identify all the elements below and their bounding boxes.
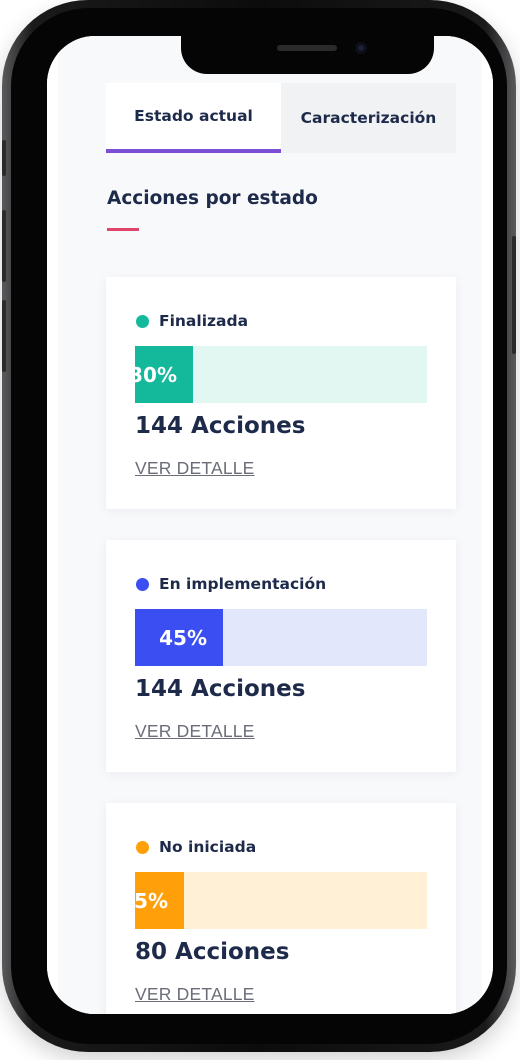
status-label: Finalizada xyxy=(159,312,249,330)
phone-bezel: Estado actual Caracterización Acciones p… xyxy=(11,8,507,1044)
status-dot-icon xyxy=(136,840,149,854)
speaker-grille xyxy=(277,45,337,51)
progress-bar: 25% xyxy=(120,872,427,929)
status-card-no-iniciada: No iniciada 25% 80 Acciones VER DETALLE xyxy=(106,803,456,1014)
progress-bar: 45% xyxy=(135,609,427,666)
status-card-en-implementacion: En implementación 45% 144 Acciones VER D… xyxy=(106,540,456,772)
status-dot-icon xyxy=(136,577,149,591)
power-button xyxy=(512,236,516,354)
status-label: En implementación xyxy=(159,575,327,593)
status-label: No iniciada xyxy=(159,838,257,856)
app-content: Estado actual Caracterización Acciones p… xyxy=(47,36,493,1014)
view-detail-link[interactable]: VER DETALLE xyxy=(135,984,255,1005)
action-count: 144 Acciones xyxy=(135,413,306,439)
status-header: No iniciada xyxy=(136,837,256,857)
section-title: Acciones por estado xyxy=(107,188,318,209)
view-detail-link[interactable]: VER DETALLE xyxy=(135,721,255,742)
front-camera xyxy=(355,42,367,54)
volume-down-button xyxy=(2,300,6,372)
status-dot-icon xyxy=(136,314,149,328)
progress-bar-fill: 30% xyxy=(129,346,193,403)
view-detail-link[interactable]: VER DETALLE xyxy=(135,458,255,479)
progress-bar-fill: 45% xyxy=(135,609,223,666)
action-count: 144 Acciones xyxy=(135,676,306,702)
tab-caracterizacion[interactable]: Caracterización xyxy=(281,83,456,153)
app-container: Estado actual Caracterización Acciones p… xyxy=(58,36,482,1014)
status-header: Finalizada xyxy=(136,311,248,331)
progress-percent: 45% xyxy=(159,625,207,650)
progress-percent: 25% xyxy=(120,888,168,913)
section-title-underline xyxy=(107,228,139,231)
progress-percent: 30% xyxy=(129,362,177,387)
tab-estado-actual[interactable]: Estado actual xyxy=(106,83,281,153)
volume-up-button xyxy=(2,210,6,282)
action-count: 80 Acciones xyxy=(135,939,290,965)
status-card-finalizada: Finalizada 30% 144 Acciones VER DETALLE xyxy=(106,277,456,509)
phone-notch xyxy=(181,36,434,74)
tab-bar: Estado actual Caracterización xyxy=(106,83,456,153)
phone-screen: Estado actual Caracterización Acciones p… xyxy=(47,36,493,1014)
progress-bar: 30% xyxy=(129,346,427,403)
mute-switch xyxy=(2,140,6,176)
status-header: En implementación xyxy=(136,574,326,594)
phone-frame: Estado actual Caracterización Acciones p… xyxy=(2,0,516,1052)
progress-bar-fill: 25% xyxy=(120,872,184,929)
